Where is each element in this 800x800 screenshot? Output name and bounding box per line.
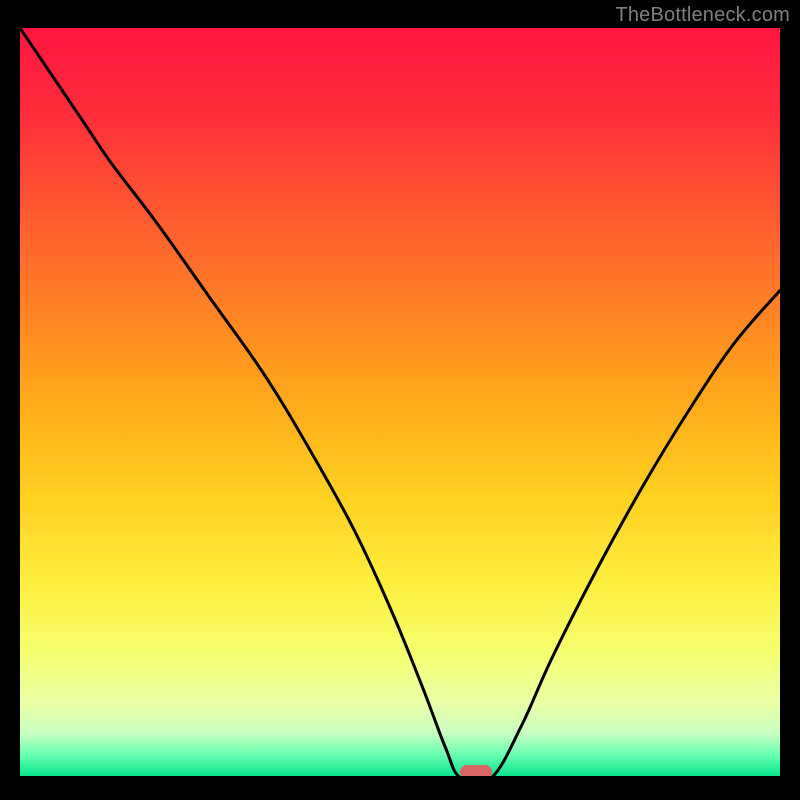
chart-frame: TheBottleneck.com (0, 0, 800, 800)
bottleneck-curve (20, 28, 780, 778)
x-axis-baseline (20, 776, 780, 778)
watermark-text: TheBottleneck.com (615, 4, 790, 27)
plot-area (20, 28, 780, 778)
